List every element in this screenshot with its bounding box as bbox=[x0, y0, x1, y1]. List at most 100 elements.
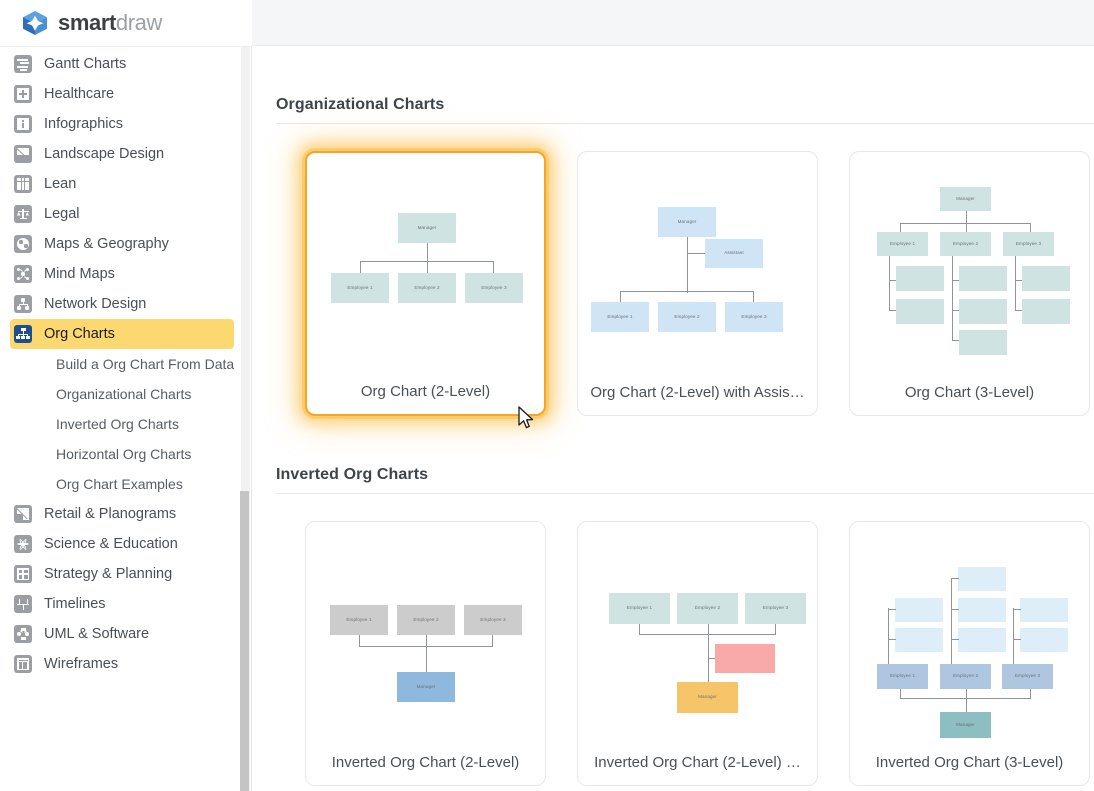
sidebar-item-label: Strategy & Planning bbox=[44, 566, 172, 582]
thumb-node-assistant: Assistant bbox=[705, 239, 763, 268]
template-card-org-chart-3-level[interactable]: Manager Employee 1 Employee 2 Employee 3 bbox=[849, 151, 1090, 416]
thumb-connector bbox=[360, 261, 361, 273]
sidebar-item-org-charts[interactable]: Org Charts bbox=[10, 319, 234, 349]
sidebar-item-mind-maps[interactable]: Mind Maps bbox=[10, 259, 234, 289]
thumb-connector bbox=[952, 256, 953, 340]
thumb-connector bbox=[427, 243, 428, 273]
sidebar-item-infographics[interactable]: Infographics bbox=[10, 109, 234, 139]
sidebar-item-maps-geography[interactable]: Maps & Geography bbox=[10, 229, 234, 259]
sidebar-item-uml-software[interactable]: UML & Software bbox=[10, 619, 234, 649]
thumb-node-manager: Manager bbox=[940, 187, 991, 211]
sidebar-subitem-organizational-charts[interactable]: Organizational Charts bbox=[10, 379, 234, 409]
sidebar-item-strategy-planning[interactable]: Strategy & Planning bbox=[10, 559, 234, 589]
thumb-node-assistant bbox=[715, 644, 775, 673]
wireframe-icon bbox=[14, 655, 32, 673]
thumb-connector bbox=[1015, 256, 1016, 311]
healthcare-plus-icon bbox=[14, 85, 32, 103]
sidebar-item-gantt-charts[interactable]: Gantt Charts bbox=[10, 49, 234, 79]
thumb-node-manager: Manager bbox=[658, 207, 716, 237]
timeline-icon bbox=[14, 595, 32, 613]
section-title: Organizational Charts bbox=[276, 96, 1094, 114]
sidebar-scrollbar-thumb[interactable] bbox=[240, 491, 249, 791]
sidebar-subitem-org-chart-examples[interactable]: Org Chart Examples bbox=[10, 469, 234, 499]
thumb-connector bbox=[620, 291, 621, 302]
thumb-connector bbox=[1013, 639, 1021, 640]
thumb-connector bbox=[900, 223, 901, 232]
template-card-inverted-org-chart-2-level[interactable]: Employee 1 Employee 2 Employee 3 Manager… bbox=[305, 521, 546, 786]
legal-scales-icon bbox=[14, 205, 32, 223]
sidebar-item-label: Org Charts bbox=[44, 326, 115, 342]
org-chart-icon bbox=[14, 325, 32, 343]
template-card-inverted-org-chart-3-level[interactable]: Employee 1 Employee 2 Employee 3 Manager… bbox=[849, 521, 1090, 786]
sidebar-subitem-build-org-chart-from-data[interactable]: Build a Org Chart From Data bbox=[10, 349, 234, 379]
thumb-node-employee-3: Employee 3 bbox=[1003, 232, 1054, 256]
sidebar-item-science-education[interactable]: Science & Education bbox=[10, 529, 234, 559]
thumb-node-employee-3: Employee 3 bbox=[464, 605, 522, 635]
mind-map-icon bbox=[14, 265, 32, 283]
sidebar-item-landscape-design[interactable]: Landscape Design bbox=[10, 139, 234, 169]
thumb-node-employee-1: Employee 1 bbox=[330, 605, 388, 635]
section-title: Inverted Org Charts bbox=[276, 466, 1094, 484]
sidebar-subitem-label: Organizational Charts bbox=[56, 386, 191, 402]
sidebar-item-healthcare[interactable]: Healthcare bbox=[10, 79, 234, 109]
section-header: Organizational Charts bbox=[276, 46, 1094, 124]
sidebar-item-label: Wireframes bbox=[44, 656, 118, 672]
app-logo-text: smartdraw bbox=[58, 10, 162, 36]
thumb-node-employee-3: Employee 3 bbox=[465, 273, 523, 303]
retail-planogram-icon bbox=[14, 505, 32, 523]
thumb-node-employee-2: Employee 2 bbox=[940, 664, 991, 689]
thumb-node-sub bbox=[895, 598, 943, 622]
thumb-connector bbox=[888, 609, 896, 610]
thumb-connector bbox=[1030, 223, 1031, 232]
template-thumbnail-inverted-org-chart-2-level-assistant: Employee 1 Employee 2 Employee 3 Manager bbox=[578, 522, 817, 747]
thumb-node-sub bbox=[958, 567, 1006, 591]
section-inverted-org-charts: Inverted Org Charts Employee 1 Employee … bbox=[252, 416, 1094, 786]
thumb-connector bbox=[966, 211, 967, 232]
gantt-chart-icon bbox=[14, 55, 32, 73]
thumb-node-employee-3: Employee 3 bbox=[745, 593, 806, 624]
thumb-node-manager: Manager bbox=[398, 213, 456, 243]
template-card-row: Employee 1 Employee 2 Employee 3 Manager… bbox=[305, 521, 1094, 786]
thumb-connector bbox=[966, 689, 967, 713]
sidebar-item-legal[interactable]: Legal bbox=[10, 199, 234, 229]
strategy-planning-icon bbox=[14, 565, 32, 583]
sidebar-scroll-content: Gantt Charts Healthcare Infographics bbox=[0, 46, 244, 719]
thumb-connector bbox=[951, 639, 959, 640]
sidebar-item-label: UML & Software bbox=[44, 626, 149, 642]
template-card-inverted-org-chart-2-level-assistant[interactable]: Employee 1 Employee 2 Employee 3 Manager… bbox=[577, 521, 818, 786]
smartdraw-template-gallery: smartdraw Gantt Ch bbox=[0, 0, 1094, 791]
sidebar-subitem-label: Org Chart Examples bbox=[56, 476, 183, 492]
thumb-node-employee-3: Employee 3 bbox=[1002, 664, 1053, 689]
template-card-org-chart-2-level-assistant[interactable]: Manager Assistant Employee 1 Employee 2 … bbox=[577, 151, 818, 416]
template-card-org-chart-2-level[interactable]: Manager Employee 1 Employee 2 Employee 3… bbox=[305, 151, 546, 416]
sidebar-subitem-label: Horizontal Org Charts bbox=[56, 446, 191, 462]
thumb-connector bbox=[888, 639, 896, 640]
sidebar-scrollbar-track[interactable] bbox=[241, 47, 250, 791]
thumb-node-employee-1: Employee 1 bbox=[877, 232, 928, 256]
thumb-connector bbox=[1013, 608, 1014, 664]
sidebar-item-wireframes[interactable]: Wireframes bbox=[10, 649, 234, 679]
sidebar-subitem-inverted-org-charts[interactable]: Inverted Org Charts bbox=[10, 409, 234, 439]
thumb-node-employee-2: Employee 2 bbox=[398, 273, 456, 303]
smartdraw-diamond-logo-icon bbox=[22, 10, 48, 36]
sidebar-subitem-horizontal-org-charts[interactable]: Horizontal Org Charts bbox=[10, 439, 234, 469]
thumb-node-sub bbox=[1022, 266, 1070, 291]
uml-software-icon bbox=[14, 625, 32, 643]
sidebar-item-lean[interactable]: Lean bbox=[10, 169, 234, 199]
sidebar-item-label: Maps & Geography bbox=[44, 236, 169, 252]
sidebar-item-retail-planograms[interactable]: Retail & Planograms bbox=[10, 499, 234, 529]
thumb-node-employee-2: Employee 2 bbox=[940, 232, 991, 256]
template-card-row: Manager Employee 1 Employee 2 Employee 3… bbox=[305, 151, 1094, 416]
thumb-node-sub bbox=[896, 299, 944, 324]
thumb-connector bbox=[900, 223, 1031, 224]
sidebar-item-label: Legal bbox=[44, 206, 79, 222]
thumb-node-sub bbox=[958, 598, 1006, 622]
sidebar-item-network-design[interactable]: Network Design bbox=[10, 289, 234, 319]
sidebar-item-timelines[interactable]: Timelines bbox=[10, 589, 234, 619]
content-top-band bbox=[252, 0, 1094, 46]
thumb-node-employee-1: Employee 1 bbox=[591, 302, 649, 332]
sidebar-subitem-label: Build a Org Chart From Data bbox=[56, 356, 234, 372]
template-thumbnail-org-chart-3-level: Manager Employee 1 Employee 2 Employee 3 bbox=[850, 152, 1089, 377]
thumb-node-sub bbox=[959, 330, 1007, 355]
category-sidebar[interactable]: Gantt Charts Healthcare Infographics bbox=[0, 46, 252, 791]
